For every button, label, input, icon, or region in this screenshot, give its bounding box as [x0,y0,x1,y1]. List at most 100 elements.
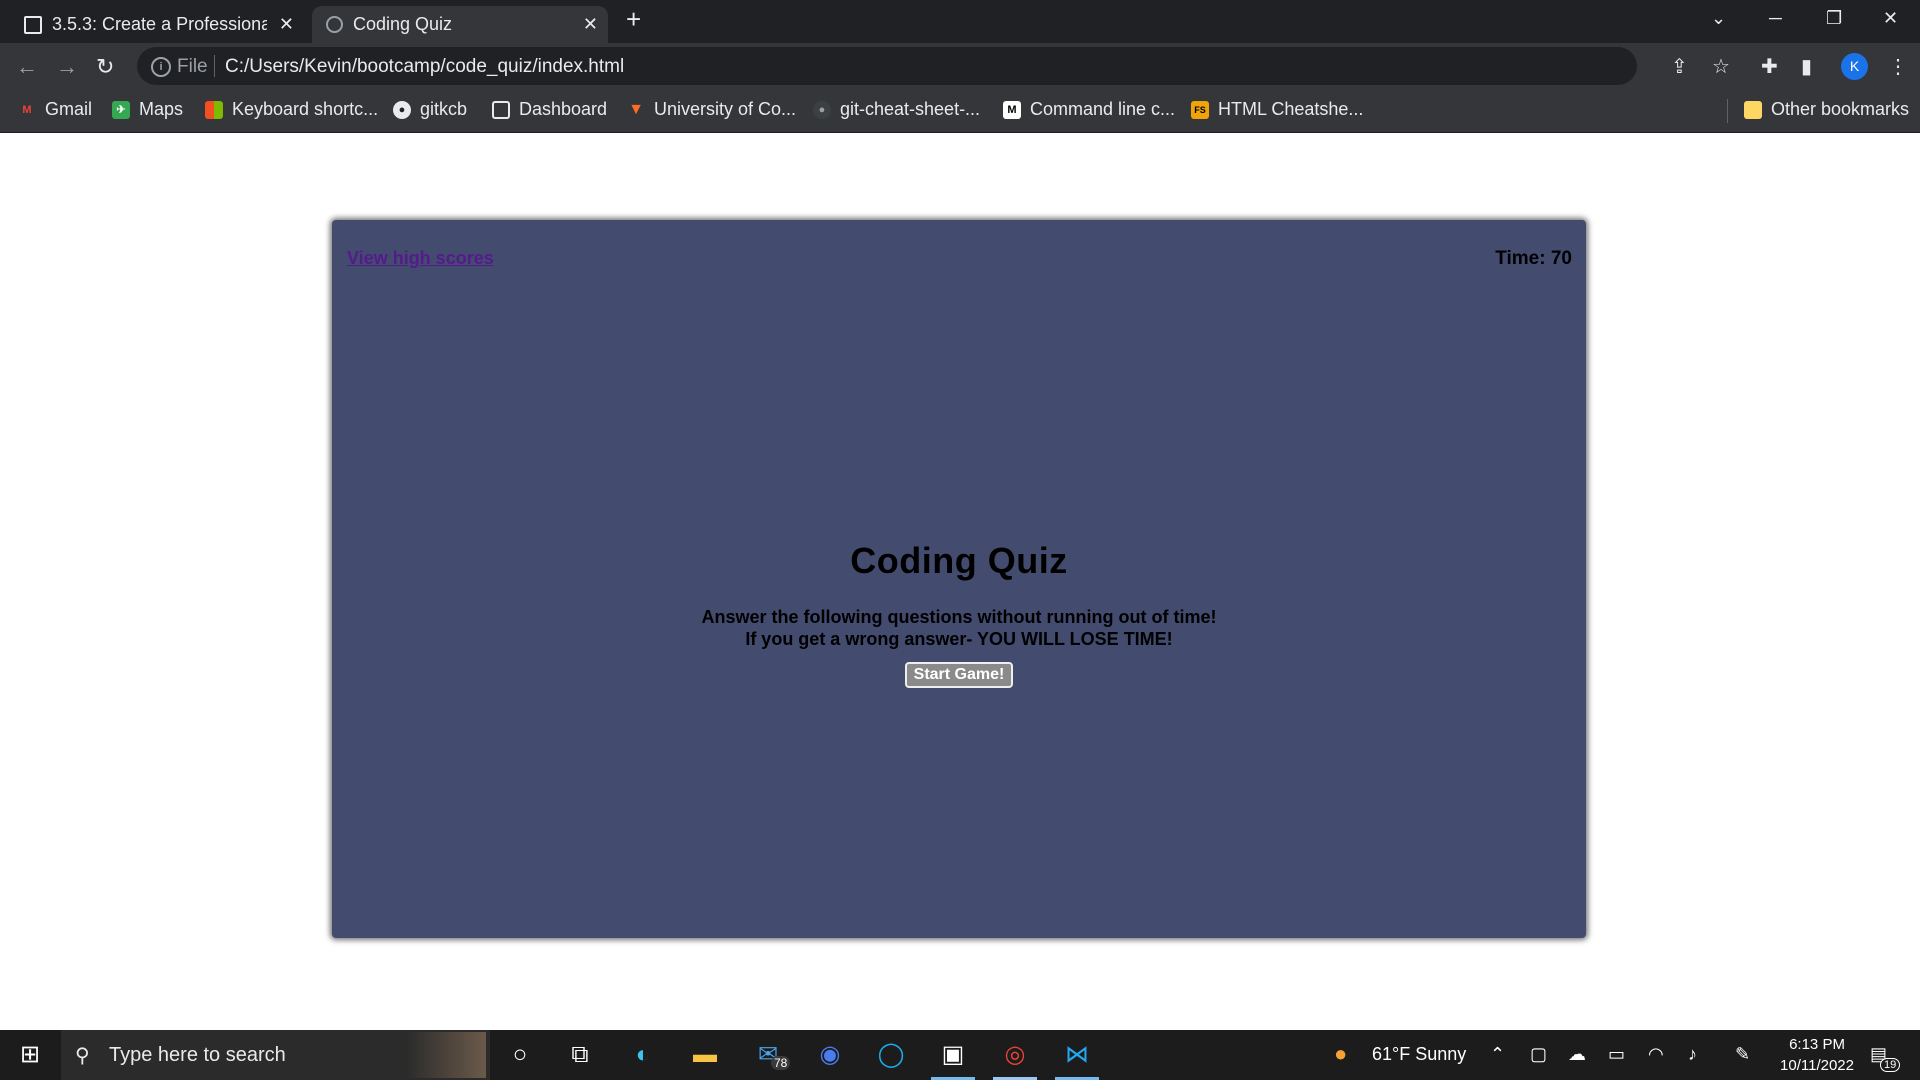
restore-icon[interactable]: ❐ [1826,8,1842,29]
bookmark-dashboard[interactable]: Dashboard [492,99,607,120]
page-title: Coding Quiz [850,540,1068,581]
clock-time: 6:13 PM [1789,1036,1845,1053]
battery-icon[interactable]: ▭ [1608,1044,1625,1065]
bookmark-university[interactable]: ▼ University of Co... [627,99,796,120]
bootcamp-icon [492,100,510,119]
tab-search-icon[interactable]: ⌄ [1711,8,1726,29]
forward-icon[interactable]: → [56,54,78,80]
timer: Time: 70 [1495,248,1572,269]
bootcamp-favicon-icon [24,15,42,34]
weather-icon[interactable]: ● [1334,1041,1347,1067]
show-hidden-icons-icon[interactable]: ⌃ [1490,1044,1505,1065]
bookmarks-divider [1727,99,1728,123]
reload-icon[interactable]: ↻ [96,54,114,80]
bookmark-label: Keyboard shortc... [232,99,379,119]
bookmark-git-cheat-sheet[interactable]: ● git-cheat-sheet-... [813,99,980,120]
gitlab-icon: ▼ [628,100,644,118]
notification-count: 19 [1880,1058,1901,1072]
bookmarks-bar: M Gmail ✈ Maps Keyboard shortc... ● gitkcb … [0,89,1920,133]
chrome-icon[interactable]: ◎ [1000,1040,1030,1070]
close-window-icon[interactable]: ✕ [1883,8,1898,29]
start-game-button[interactable]: Start Game! [904,662,1014,688]
view-high-scores-link[interactable]: View high scores [347,248,494,269]
system-clock[interactable]: 6:13 PM 10/11/2022 [1780,1034,1854,1076]
pen-icon[interactable]: ✎ [1735,1044,1750,1065]
volume-icon[interactable]: ♪ [1688,1044,1697,1065]
divider [214,55,215,77]
search-highlight-image [406,1032,486,1078]
bookmark-label: Dashboard [519,99,608,119]
bookmark-label: git-cheat-sheet-... [840,99,981,119]
extensions-icon[interactable]: ✚ [1761,54,1778,79]
address-bar[interactable]: i File C:/Users/Kevin/bootcamp/code_quiz… [137,47,1637,85]
bookmark-maps[interactable]: ✈ Maps [112,99,183,120]
cortana-icon[interactable]: ○ [505,1040,535,1070]
bookmark-label: Maps [139,99,184,119]
url-text[interactable]: C:/Users/Kevin/bootcamp/code_quiz/index.… [225,56,624,78]
bookmark-keyboard-shortcuts[interactable]: Keyboard shortc... [205,99,378,120]
start-screen: Coding Quiz Answer the following questio… [332,540,1586,688]
meet-icon[interactable]: ▢ [1530,1044,1547,1065]
back-icon[interactable]: ← [16,54,38,80]
quiz-card: View high scores Time: 70 Coding Quiz An… [332,220,1586,938]
windows-start-icon[interactable]: ⊞ [15,1040,45,1070]
tab-coding-quiz[interactable]: Coding Quiz ✕ [312,6,608,43]
search-icon: ⚲ [75,1045,90,1067]
instructions-line-1: Answer the following questions without r… [701,607,1217,627]
folder-icon [1744,100,1762,119]
minimize-icon[interactable]: ─ [1769,8,1782,29]
maps-icon: ✈ [112,100,130,119]
bookmark-label: Gmail [45,99,93,119]
side-panel-icon[interactable]: ▮ [1801,54,1812,79]
bookmark-label: HTML Cheatshe... [1218,99,1364,119]
medium-icon: M [1003,100,1021,119]
github-icon: ● [813,100,831,119]
wifi-icon[interactable]: ◠ [1648,1044,1664,1065]
menu-icon[interactable]: ⋮ [1888,54,1908,79]
new-tab-button[interactable]: + [626,4,641,35]
onedrive-icon[interactable]: ☁ [1568,1044,1586,1065]
bookmark-label: Other bookmarks [1771,99,1910,119]
task-view-icon[interactable]: ⧉ [565,1040,595,1070]
tab-title: Coding Quiz [353,14,453,34]
browser-toolbar: ← → ↻ i File C:/Users/Kevin/bootcamp/cod… [0,43,1920,89]
tab-strip: 3.5.3: Create a Professional F ✕ Coding … [0,0,1920,43]
info-icon[interactable]: i [151,57,171,77]
bookmark-label: Command line c... [1030,99,1176,119]
globe-icon [326,16,343,33]
page-viewport: View high scores Time: 70 Coding Quiz An… [0,133,1920,1030]
weather-text[interactable]: 61°F Sunny [1372,1044,1466,1065]
bookmark-star-icon[interactable]: ☆ [1712,54,1730,79]
other-bookmarks[interactable]: Other bookmarks [1744,99,1909,120]
html-cheatsheet-icon: FS [1191,100,1209,119]
bookmark-gmail[interactable]: M Gmail [18,99,92,120]
scheme-label: File [177,56,208,77]
terminal-icon[interactable]: ▣ [938,1040,968,1070]
bookmark-label: University of Co... [654,99,797,119]
profile-avatar[interactable]: K [1841,53,1868,80]
github-icon: ● [393,100,411,119]
mail-badge: 78 [771,1056,791,1070]
alexa-icon[interactable]: ◯ [876,1040,906,1070]
taskbar-search[interactable]: ⚲ Type here to search [61,1030,490,1080]
close-tab-icon[interactable]: ✕ [583,14,598,35]
tab-title: 3.5.3: Create a Professional F [52,14,267,34]
file-explorer-icon[interactable]: ▬ [690,1040,720,1070]
windows-logo-icon [205,100,223,119]
search-placeholder: Type here to search [109,1044,286,1066]
instructions: Answer the following questions without r… [332,606,1586,650]
bookmark-html-cheatsheet[interactable]: FS HTML Cheatshe... [1191,99,1363,120]
bookmark-gitkcb[interactable]: ● gitkcb [393,99,467,120]
gmail-icon: M [22,103,32,116]
bookmark-label: gitkcb [420,99,468,119]
security-app-icon[interactable]: ◉ [815,1040,845,1070]
instructions-line-2: If you get a wrong answer- YOU WILL LOSE… [745,629,1173,649]
close-tab-icon[interactable]: ✕ [279,14,294,35]
edge-icon[interactable]: ◐ [628,1040,658,1070]
tab-bootcamp[interactable]: 3.5.3: Create a Professional F ✕ [14,6,304,43]
windows-taskbar: ⊞ ⚲ Type here to search ○ ⧉ ◐ ▬ ✉ 78 ◉ ◯… [0,1030,1920,1080]
share-icon[interactable]: ⇪ [1671,54,1688,79]
clock-date: 10/11/2022 [1780,1057,1854,1074]
vscode-icon[interactable]: ⋈ [1062,1040,1092,1070]
bookmark-command-line[interactable]: M Command line c... [1003,99,1175,120]
